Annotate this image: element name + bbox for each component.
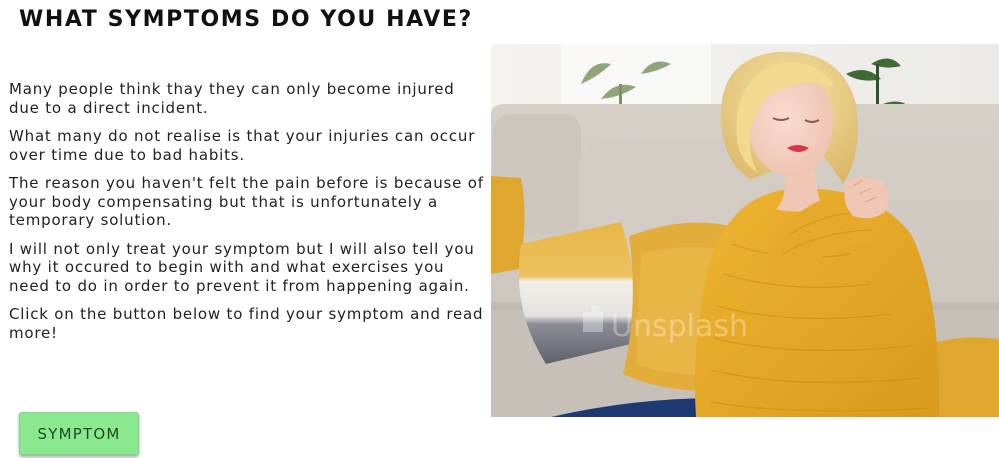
paragraph-5: Click on the button below to find your s…	[9, 305, 484, 342]
paragraph-1: Many people think thay they can only bec…	[9, 80, 455, 117]
woman-neck-pain-photo: Unsplash	[491, 44, 999, 417]
section-title: WHAT SYMPTOMS DO YOU HAVE?	[19, 7, 473, 32]
paragraph-4: I will not only treat your symptom but I…	[9, 239, 475, 295]
intro-copy: Many people think thay they can only bec…	[9, 80, 487, 352]
symptom-button[interactable]: SYMPTOM	[19, 412, 139, 455]
paragraph-3: The reason you haven't felt the pain bef…	[9, 174, 484, 229]
watermark-text: Unsplash	[611, 309, 748, 344]
paragraph-2: What many do not realise is that your in…	[9, 127, 476, 164]
